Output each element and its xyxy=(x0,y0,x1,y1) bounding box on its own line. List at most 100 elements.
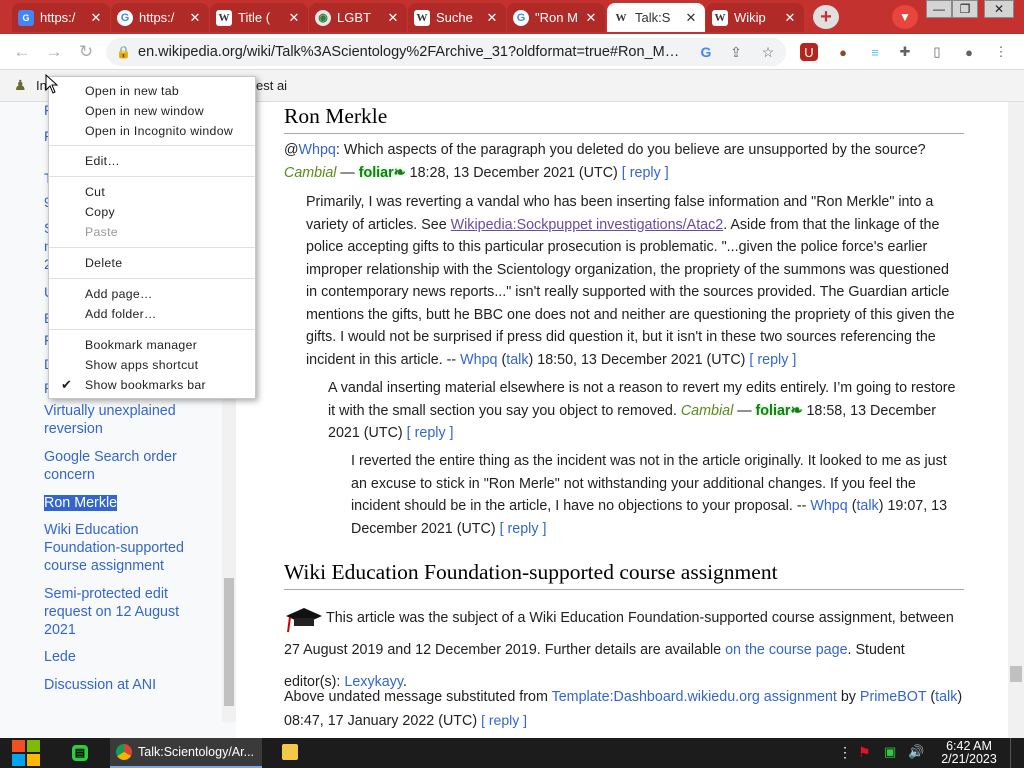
menu-item-add-folder[interactable]: Add folder… xyxy=(85,304,157,324)
user-link-whpq[interactable]: Whpq xyxy=(299,142,336,158)
toc-item-discussion-at-ani[interactable]: Discussion at ANI xyxy=(44,676,214,694)
bookmark-item[interactable]: est ai xyxy=(256,78,287,93)
user-link-whpq[interactable]: Whpq xyxy=(460,352,497,368)
menu-item-open-new-window[interactable]: Open in new window xyxy=(85,101,204,121)
menu-item-cut[interactable]: Cut xyxy=(85,182,105,202)
substitution-note: Above undated message substituted from T… xyxy=(284,689,963,729)
menu-separator xyxy=(49,247,255,248)
share-icon[interactable]: ⇪ xyxy=(726,42,746,62)
minimize-icon[interactable]: — xyxy=(926,0,952,18)
tab-search-icon[interactable]: ▼ xyxy=(892,5,918,29)
tray-clock[interactable]: 6:42 AM 2/21/2023 xyxy=(936,740,1002,766)
close-window-icon[interactable]: ✕ xyxy=(984,0,1014,18)
close-tab-icon[interactable]: ✕ xyxy=(385,10,401,26)
taskbar-app-label: Talk:Scientology/Ar... xyxy=(138,745,255,759)
tray-more-icon[interactable]: ⋮ xyxy=(838,744,852,761)
toc-item-virtually-unexplained-reversion[interactable]: Virtually unexplained reversion xyxy=(44,402,214,438)
tray-volume-icon[interactable]: 🔊 xyxy=(908,744,924,760)
close-tab-icon[interactable]: ✕ xyxy=(187,10,203,26)
restore-icon[interactable]: ❐ xyxy=(952,0,978,18)
talk-link[interactable]: talk xyxy=(856,498,878,514)
reply-link[interactable]: [ reply ] xyxy=(481,712,527,728)
menu-item-copy[interactable]: Copy xyxy=(85,202,115,222)
page-scrollbar[interactable] xyxy=(1008,102,1024,738)
user-link-cambial[interactable]: Cambial xyxy=(681,403,733,419)
comment-text: . Aside from that the linkage of the pol… xyxy=(306,216,955,368)
menu-item-delete[interactable]: Delete xyxy=(85,253,122,273)
close-tab-icon[interactable]: ✕ xyxy=(88,10,104,26)
reply-link[interactable]: [ reply ] xyxy=(407,425,454,441)
lock-icon: 🔒 xyxy=(116,45,131,59)
close-tab-icon[interactable]: ✕ xyxy=(484,10,500,26)
menu-separator xyxy=(49,145,255,146)
browser-tab[interactable]: ◉ LGBT ✕ xyxy=(309,3,407,32)
sidebar-scrollbar-thumb[interactable] xyxy=(224,578,234,706)
talk-link[interactable]: talk xyxy=(935,689,957,705)
address-bar[interactable]: 🔒 en.wikipedia.org/wiki/Talk%3AScientolo… xyxy=(106,38,786,66)
course-page-link[interactable]: on the course page xyxy=(725,642,847,658)
menu-item-show-bookmarks-bar[interactable]: Show bookmarks bar xyxy=(85,375,206,395)
browser-tab[interactable]: G "Ron M ✕ xyxy=(507,3,605,32)
lgbt-wiki-icon: ◉ xyxy=(315,9,331,26)
menu-item-add-page[interactable]: Add page… xyxy=(85,284,153,304)
close-tab-icon[interactable]: ✕ xyxy=(286,10,302,26)
extension-flag-icon[interactable]: ≡ xyxy=(864,41,886,63)
close-tab-icon[interactable]: ✕ xyxy=(583,10,599,26)
toc-item-ron-merkle[interactable]: Ron Merkle xyxy=(44,495,118,511)
taskbar-chrome-app[interactable]: Talk:Scientology/Ar... xyxy=(110,738,262,768)
user-link-cambial[interactable]: Cambial xyxy=(284,165,336,181)
browser-tab[interactable]: W Suche ✕ xyxy=(408,3,506,32)
toc-item-lede[interactable]: Lede xyxy=(44,648,214,666)
reload-icon[interactable]: ↻ xyxy=(74,41,98,63)
tray-flag-icon[interactable]: ⚑ xyxy=(858,744,871,761)
more-menu-icon[interactable]: ⋮ xyxy=(990,41,1012,63)
reply-link[interactable]: [ reply ] xyxy=(749,352,796,368)
forward-icon[interactable]: → xyxy=(42,41,66,63)
talk-link[interactable]: talk xyxy=(506,352,528,368)
wikipedia-icon: W xyxy=(613,9,629,26)
file-explorer-icon[interactable] xyxy=(282,744,298,760)
profile-avatar-icon[interactable]: ● xyxy=(958,41,980,63)
avatar-extension-icon[interactable]: ● xyxy=(832,41,854,63)
browser-tab[interactable]: W Title ( ✕ xyxy=(210,3,308,32)
tab-title: Talk:S xyxy=(635,10,671,25)
browser-toolbar: ← → ↻ 🔒 en.wikipedia.org/wiki/Talk%3ASci… xyxy=(0,34,1024,70)
reply-link[interactable]: [ reply ] xyxy=(622,165,669,181)
close-tab-icon[interactable]: ✕ xyxy=(683,10,699,26)
page-scrollbar-thumb[interactable] xyxy=(1010,666,1022,682)
toc-item-wiki-education-course[interactable]: Wiki Education Foundation-supported cour… xyxy=(44,521,214,575)
toc-item-semi-protected-edit-request[interactable]: Semi-protected edit request on 12 August… xyxy=(44,585,214,639)
browser-tab[interactable]: W Wikip ✕ xyxy=(706,3,804,32)
spi-link[interactable]: Wikipedia:Sockpuppet investigations/Atac… xyxy=(451,217,724,233)
ublock-icon[interactable]: U xyxy=(800,43,818,61)
extensions-puzzle-icon[interactable]: ✚ xyxy=(894,41,916,63)
user-link-whpq[interactable]: Whpq xyxy=(810,498,847,514)
tray-network-icon[interactable]: ▣ xyxy=(884,744,896,760)
template-link[interactable]: Template:Dashboard.wikiedu.org assignmen… xyxy=(552,689,837,705)
bookmark-star-icon[interactable]: ☆ xyxy=(758,42,778,62)
side-panel-icon[interactable]: ▯ xyxy=(926,41,948,63)
menu-item-show-apps-shortcut[interactable]: Show apps shortcut xyxy=(85,355,198,375)
menu-item-edit[interactable]: Edit… xyxy=(85,151,120,171)
menu-item-open-new-tab[interactable]: Open in new tab xyxy=(85,81,179,101)
google-lens-icon[interactable]: G xyxy=(696,42,716,62)
graduation-cap-icon xyxy=(284,606,324,633)
user-talk-link-foliar[interactable]: foliar❧ xyxy=(756,403,803,419)
show-desktop-button[interactable] xyxy=(1010,738,1024,768)
toc-item-google-search-order-concern[interactable]: Google Search order concern xyxy=(44,448,214,484)
browser-tab[interactable]: G https:/ ✕ xyxy=(12,3,110,32)
primebot-link[interactable]: PrimeBOT xyxy=(860,689,926,705)
browser-tab[interactable]: G https:/ ✕ xyxy=(111,3,209,32)
url-text[interactable]: en.wikipedia.org/wiki/Talk%3AScientology… xyxy=(138,44,678,60)
user-talk-link-foliar[interactable]: foliar❧ xyxy=(359,165,406,181)
browser-tab-active[interactable]: W Talk:S ✕ xyxy=(607,3,705,32)
reply-link[interactable]: [ reply ] xyxy=(500,521,547,537)
back-icon[interactable]: ← xyxy=(10,41,34,63)
app-green-icon[interactable]: ▤ xyxy=(72,745,88,761)
start-button[interactable] xyxy=(10,738,42,768)
menu-item-bookmark-manager[interactable]: Bookmark manager xyxy=(85,335,197,355)
menu-item-open-incognito[interactable]: Open in Incognito window xyxy=(85,121,233,141)
course-assignment-notice: This article was the subject of a Wiki E… xyxy=(284,602,964,698)
close-tab-icon[interactable]: ✕ xyxy=(782,10,798,26)
new-tab-button[interactable]: + xyxy=(813,5,839,29)
